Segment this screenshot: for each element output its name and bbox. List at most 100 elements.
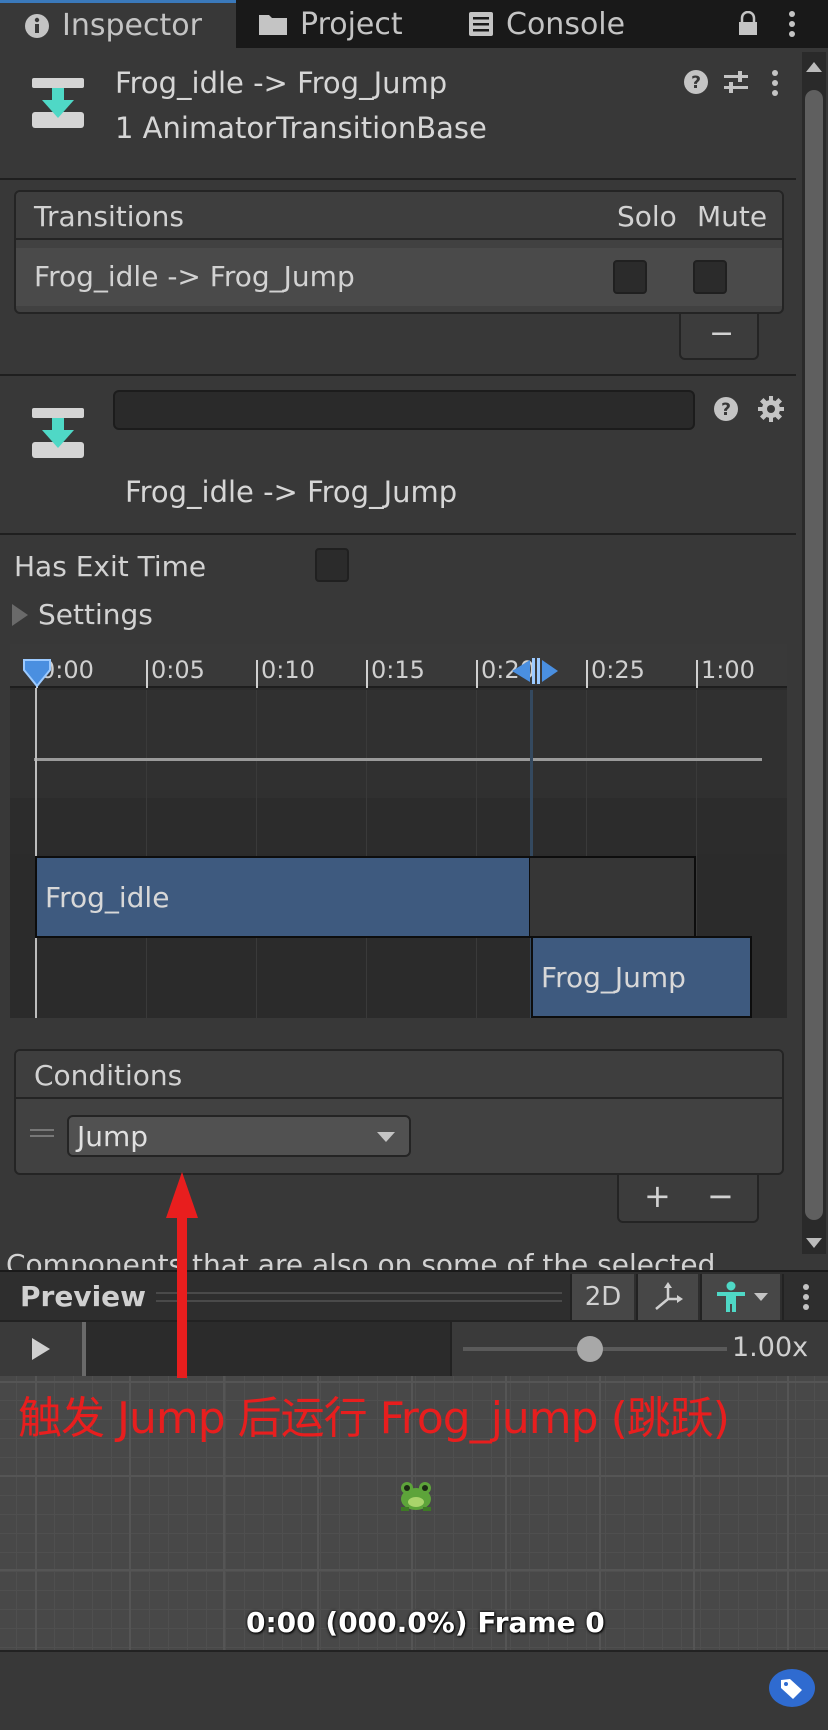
preview-2d-label: 2D [584, 1282, 622, 1312]
settings-gear-icon[interactable] [757, 395, 785, 423]
preset-icon[interactable] [722, 69, 750, 95]
play-icon [32, 1338, 50, 1360]
preview-more-icon [803, 1284, 809, 1310]
clip-frog-jump[interactable]: Frog_Jump [531, 936, 752, 1018]
conditions-footer: + − [617, 1175, 759, 1223]
ruler-label-1: 0:05 [151, 656, 205, 684]
timeline-gridline [366, 690, 367, 1018]
tab-inspector[interactable]: Inspector [0, 0, 236, 48]
playhead-marker[interactable] [22, 658, 52, 688]
tab-console-label: Console [506, 6, 626, 42]
avatar-dropdown-icon [754, 1293, 768, 1301]
transition-icon [32, 78, 84, 128]
timeline-lane-upper [10, 690, 787, 798]
solo-checkbox[interactable] [613, 260, 647, 294]
inspector-scrollbar[interactable] [802, 52, 826, 1254]
scroll-thumb[interactable] [805, 90, 823, 1220]
speed-slider-thumb[interactable] [577, 1336, 603, 1362]
solo-column-label: Solo [617, 200, 677, 233]
preview-title: Preview [20, 1280, 147, 1313]
frame-info: 0:00 (000.0%) Frame 0 [246, 1606, 605, 1639]
condition-parameter-value: Jump [77, 1120, 149, 1153]
header-more-icon[interactable] [771, 69, 779, 97]
help-icon[interactable]: ? [683, 69, 709, 95]
scroll-down-arrow[interactable] [806, 1238, 822, 1248]
lock-icon [739, 11, 757, 35]
preview-drag-lines[interactable] [156, 1292, 562, 1302]
scroll-up-arrow[interactable] [806, 62, 822, 72]
pivot-button[interactable] [636, 1274, 698, 1320]
mute-checkbox[interactable] [693, 260, 727, 294]
has-exit-time-checkbox[interactable] [315, 548, 349, 582]
transition-name-field[interactable] [113, 390, 695, 430]
transitions-list: Transitions Solo Mute Frog_idle -> Frog_… [14, 190, 784, 314]
ruler-tick [366, 660, 368, 688]
tab-project[interactable]: Project [258, 0, 403, 48]
foldout-arrow-icon [12, 604, 28, 626]
timeline-gridline [476, 690, 477, 1018]
chevron-down-icon [377, 1132, 395, 1142]
tab-project-label: Project [300, 6, 403, 42]
preview-timeline-scrubber[interactable] [82, 1322, 452, 1376]
ruler-label-3: 0:15 [371, 656, 425, 684]
settings-foldout[interactable]: Settings [10, 596, 310, 636]
conditions-list-header: Conditions [16, 1051, 782, 1099]
mute-column-label: Mute [697, 200, 768, 233]
timeline-gridline [146, 690, 147, 1018]
transition-end-marker[interactable] [506, 656, 564, 686]
drag-handle-icon[interactable] [30, 1129, 54, 1137]
preview-controls: 1.00x [0, 1320, 828, 1376]
transition-row[interactable]: Frog_idle -> Frog_Jump [16, 248, 782, 306]
playhead-line [35, 688, 37, 1018]
settings-label: Settings [38, 598, 153, 631]
transitions-list-header: Transitions Solo Mute [16, 192, 782, 240]
remove-transition-button[interactable]: − [679, 314, 759, 360]
transition-timeline[interactable]: 0:00 0:05 0:10 0:15 0:20 0:25 1:00 Frog_… [10, 644, 787, 1018]
lock-button[interactable] [730, 6, 766, 42]
tab-bar: Inspector Project Console [0, 0, 828, 48]
clip-frog-idle[interactable]: Frog_idle [35, 856, 531, 938]
frog-sprite [401, 1482, 431, 1511]
ruler-tick [256, 660, 258, 688]
asset-labels-bar [0, 1650, 828, 1730]
ruler-tick [696, 660, 698, 688]
play-button[interactable] [0, 1322, 80, 1376]
speed-value: 1.00x [732, 1332, 809, 1363]
remove-condition-button[interactable]: − [707, 1177, 734, 1215]
has-exit-time-label: Has Exit Time [14, 550, 207, 583]
ruler-label-2: 0:10 [261, 656, 315, 684]
transition-subtitle: 1 AnimatorTransitionBase [115, 111, 487, 145]
ruler-tick [476, 660, 478, 688]
cut-off-info-label: Components that are also on some of the … [6, 1252, 743, 1270]
transition-detail-label: Frog_idle -> Frog_Jump [125, 475, 458, 509]
preview-menu-button[interactable] [782, 1274, 828, 1320]
ruler-label-5: 0:25 [591, 656, 645, 684]
transition-row-label: Frog_idle -> Frog_Jump [34, 260, 355, 293]
preview-header[interactable]: Preview 2D [0, 1270, 828, 1320]
tag-icon[interactable] [768, 1668, 816, 1708]
detail-help-icon[interactable]: ? [713, 396, 739, 422]
condition-row[interactable]: Jump [16, 1103, 782, 1167]
ruler-label-6: 1:00 [701, 656, 755, 684]
conditions-list: Conditions Jump [14, 1049, 784, 1175]
ruler-tick [586, 660, 588, 688]
tab-menu-button[interactable] [774, 6, 810, 42]
annotation-text: 触发 Jump 后运行 Frog_jump (跳跃) [18, 1393, 730, 1444]
transitions-divider [0, 374, 796, 376]
clip-frog-idle-label: Frog_idle [45, 880, 170, 914]
transition-detail-icon [32, 408, 84, 458]
header-divider [0, 178, 796, 180]
cut-off-info-text: Components that are also on some of the … [0, 1252, 796, 1270]
timeline-ruler[interactable]: 0:00 0:05 0:10 0:15 0:20 0:25 1:00 [10, 644, 787, 688]
clip-frog-idle-tail [530, 856, 696, 938]
annotation-arrow [166, 1172, 198, 1378]
tab-console[interactable]: Console [468, 0, 625, 48]
condition-parameter-dropdown[interactable]: Jump [67, 1115, 411, 1157]
add-condition-button[interactable]: + [644, 1177, 671, 1215]
svg-text:?: ? [691, 73, 701, 93]
avatar-button[interactable] [700, 1274, 780, 1320]
svg-text:?: ? [721, 400, 731, 420]
more-vert-icon [789, 11, 795, 37]
preview-2d-button[interactable]: 2D [570, 1274, 634, 1320]
clip-frog-jump-label: Frog_Jump [541, 960, 686, 994]
